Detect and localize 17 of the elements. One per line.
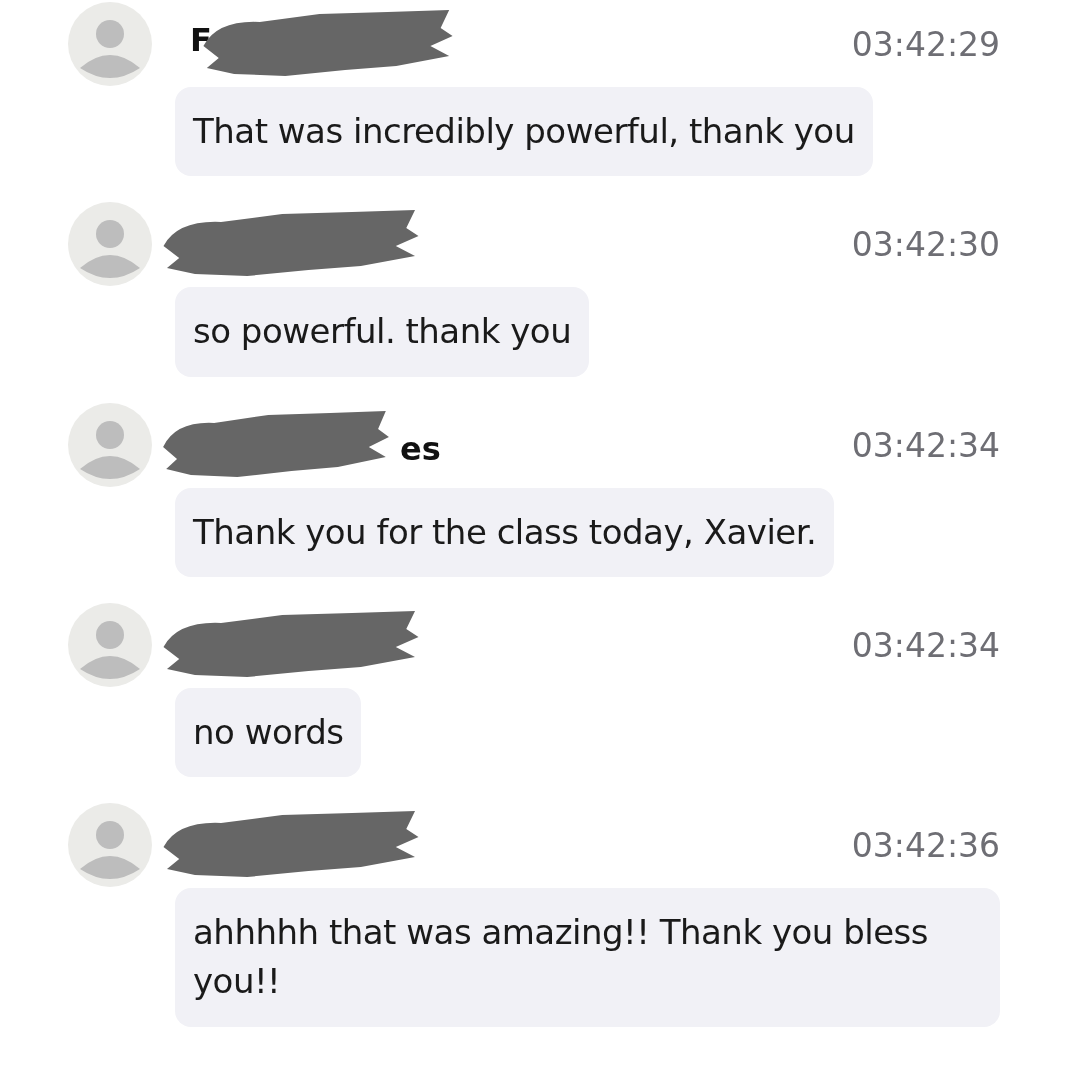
- message-time: 03:42:30: [851, 224, 1000, 267]
- message-time: 03:42:34: [851, 624, 1000, 667]
- sender-name: F: [190, 20, 212, 61]
- message-bubble: Thank you for the class today, Xavier.: [175, 487, 835, 577]
- avatar-icon: [68, 2, 152, 86]
- message-time: 03:42:34: [851, 424, 1000, 467]
- message-time: 03:42:29: [851, 24, 1000, 66]
- avatar-icon: [68, 202, 152, 287]
- avatar-icon: [68, 803, 152, 888]
- message-bubble: ahhhhh that was amazing!! Thank you bless you!!: [175, 888, 1000, 1027]
- message-bubble: no words: [175, 687, 362, 778]
- sender-name: es: [400, 428, 441, 470]
- avatar-icon: [68, 602, 152, 687]
- message-bubble: so powerful. thank you: [175, 287, 590, 377]
- message-bubble: That was incredibly powerful, thank you: [175, 87, 873, 177]
- message-time: 03:42:36: [851, 825, 1000, 868]
- avatar-icon: [68, 402, 152, 487]
